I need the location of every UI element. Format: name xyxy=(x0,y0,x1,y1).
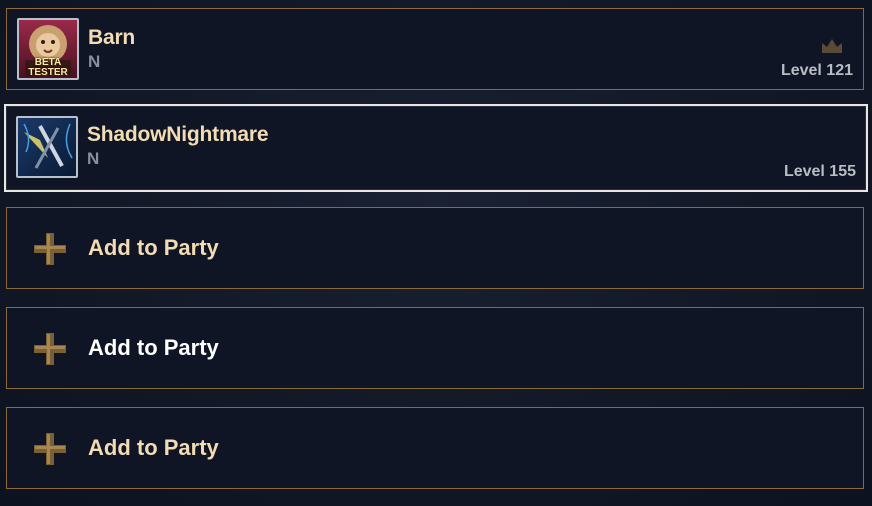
member-portrait: BETA TESTER xyxy=(17,18,79,80)
member-rank: N xyxy=(88,52,101,71)
member-level: Level 155 xyxy=(783,163,856,180)
member-portrait xyxy=(16,116,78,178)
member-rank: N xyxy=(87,149,100,168)
member-level: Level 121 xyxy=(780,62,853,79)
member-name: ShadowNightmare xyxy=(87,123,269,146)
add-to-party-button[interactable]: Add to Party xyxy=(6,407,864,489)
weapon-portrait-icon xyxy=(18,118,76,176)
plus-icon xyxy=(34,333,66,365)
beta-tester-badge: BETA TESTER xyxy=(28,57,68,78)
party-member-slot-1[interactable]: BETA TESTER Barn N Level 121 xyxy=(6,8,864,90)
add-to-party-button[interactable]: Add to Party xyxy=(6,307,864,389)
party-member-slot-2[interactable]: ShadowNightmare N Level 155 xyxy=(4,104,868,192)
plus-icon xyxy=(34,433,66,465)
add-to-party-label: Add to Party xyxy=(88,435,219,460)
add-to-party-label: Add to Party xyxy=(88,235,219,260)
add-to-party-label: Add to Party xyxy=(88,335,219,360)
crown-icon xyxy=(822,39,842,53)
member-name: Barn xyxy=(88,26,136,49)
plus-icon xyxy=(34,233,66,265)
add-to-party-button[interactable]: Add to Party xyxy=(6,207,864,289)
